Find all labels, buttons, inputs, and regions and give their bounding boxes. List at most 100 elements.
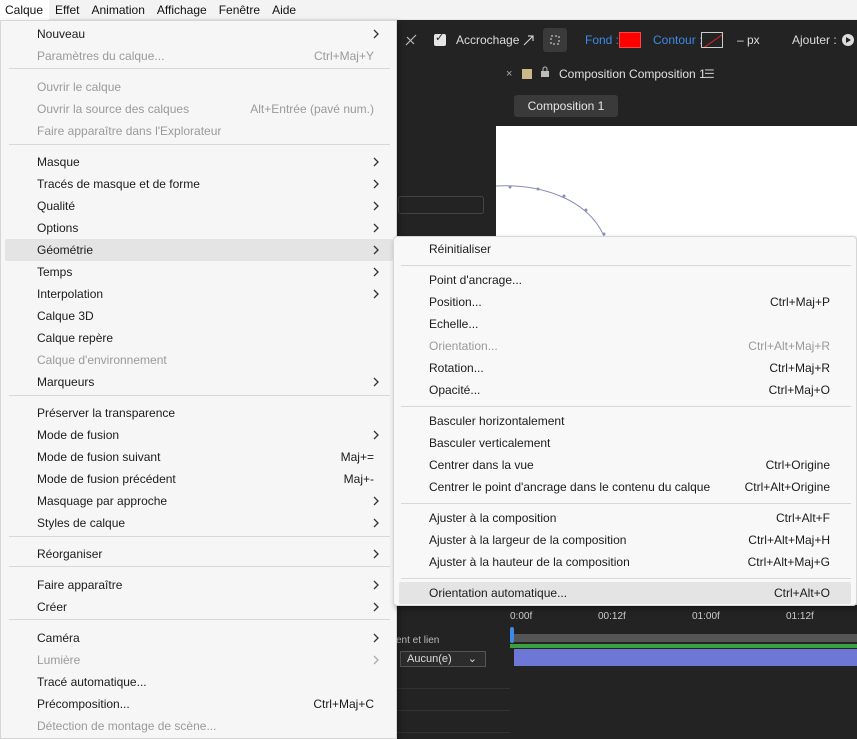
lock-icon[interactable] bbox=[540, 66, 550, 81]
menu-item-masque[interactable]: Masque bbox=[5, 151, 393, 173]
menu-item-label: Ajuster à la composition bbox=[429, 511, 557, 525]
menu-item-label: Détection de montage de scène... bbox=[37, 719, 217, 733]
panel-menu-icon[interactable]: ☰ bbox=[704, 67, 715, 81]
menu-item-reorganiser[interactable]: Réorganiser bbox=[5, 543, 393, 565]
menu-affichage[interactable]: Affichage bbox=[151, 0, 213, 20]
stroke-width[interactable]: – px bbox=[737, 20, 760, 60]
menu-item-shortcut: Alt+Entrée (pavé num.) bbox=[250, 102, 374, 116]
menu-item-camera[interactable]: Caméra bbox=[5, 627, 393, 649]
menu-item-label: Ajuster à la hauteur de la composition bbox=[429, 555, 630, 569]
submenu-item-point-d-ancrage[interactable]: Point d'ancrage... bbox=[399, 269, 851, 291]
composition-panel-title: Composition Composition 1 bbox=[559, 67, 706, 81]
menu-calque[interactable]: Calque bbox=[0, 0, 50, 20]
search-field[interactable] bbox=[398, 196, 484, 214]
snap-options-icon[interactable] bbox=[543, 20, 567, 60]
menu-separator bbox=[401, 406, 851, 407]
submenu-item-ajuster-a-la-composition[interactable]: Ajuster à la composition Ctrl+Alt+F bbox=[399, 507, 851, 529]
menu-item-label: Marqueurs bbox=[37, 375, 95, 389]
menu-item-shortcut: Ctrl+Maj+Y bbox=[313, 49, 374, 63]
menu-separator bbox=[9, 619, 390, 620]
menu-item-marqueurs[interactable]: Marqueurs bbox=[5, 371, 393, 393]
menu-separator bbox=[9, 566, 390, 567]
work-area-bar[interactable] bbox=[510, 634, 857, 642]
parent-column-header: ent et lien bbox=[396, 635, 440, 646]
submenu-item-basculer-verticalement[interactable]: Basculer verticalement bbox=[399, 432, 851, 454]
menu-item-label: Tracé automatique... bbox=[37, 675, 147, 689]
menu-item-label: Ouvrir la source des calques bbox=[37, 102, 190, 116]
menu-item-trace-automatique[interactable]: Tracé automatique... bbox=[5, 671, 393, 693]
close-icon[interactable]: × bbox=[506, 68, 512, 80]
add-label: Ajouter : bbox=[792, 33, 837, 47]
chevron-right-icon bbox=[371, 155, 381, 169]
menu-aide[interactable]: Aide bbox=[266, 0, 302, 20]
pen-tool-icon[interactable] bbox=[404, 20, 418, 60]
composition-tab[interactable]: Composition 1 bbox=[514, 95, 618, 117]
submenu-item-orientation-automatique[interactable]: Orientation automatique... Ctrl+Alt+O bbox=[399, 582, 851, 604]
playhead[interactable] bbox=[510, 627, 514, 643]
menu-item-label: Centrer dans la vue bbox=[429, 458, 534, 472]
menu-item-shortcut: Ctrl+Alt+Maj+H bbox=[748, 533, 830, 547]
menu-fenetre[interactable]: Fenêtre bbox=[213, 0, 266, 20]
menu-item-interpolation[interactable]: Interpolation bbox=[5, 283, 393, 305]
menu-item-label: Tracés de masque et de forme bbox=[37, 177, 200, 191]
menubar: Calque Effet Animation Affichage Fenêtre… bbox=[0, 0, 857, 20]
menu-item-shortcut: Ctrl+Maj+C bbox=[313, 697, 374, 711]
submenu-item-centrer-le-point-d-ancrage-dans-le-contenu-du-calque[interactable]: Centrer le point d'ancrage dans le conte… bbox=[399, 476, 851, 498]
menu-item-qualite[interactable]: Qualité bbox=[5, 195, 393, 217]
menu-item-temps[interactable]: Temps bbox=[5, 261, 393, 283]
layer-menu: Nouveau Paramètres du calque... Ctrl+Maj+Y… bbox=[0, 20, 397, 739]
menu-effet[interactable]: Effet bbox=[49, 0, 85, 20]
menu-item-label: Préserver la transparence bbox=[37, 406, 176, 420]
menu-item-shortcut: Maj+- bbox=[343, 472, 374, 486]
chevron-right-icon bbox=[371, 287, 381, 301]
add-button-icon[interactable] bbox=[841, 20, 855, 60]
menu-animation[interactable]: Animation bbox=[86, 0, 151, 20]
layer-duration-bar[interactable] bbox=[514, 649, 857, 666]
menu-separator bbox=[9, 395, 390, 396]
snap-arrow-icon[interactable] bbox=[522, 20, 536, 60]
stroke-label: Contour : bbox=[653, 33, 703, 47]
submenu-item-centrer-dans-la-vue[interactable]: Centrer dans la vue Ctrl+Origine bbox=[399, 454, 851, 476]
timeline-row bbox=[396, 667, 510, 689]
menu-item-label: Point d'ancrage... bbox=[429, 273, 523, 287]
submenu-item-echelle[interactable]: Echelle... bbox=[399, 313, 851, 335]
menu-item-geometrie[interactable]: Géométrie bbox=[5, 239, 393, 261]
menu-item-styles-de-calque[interactable]: Styles de calque bbox=[5, 512, 393, 534]
menu-item-calque-3d[interactable]: Calque 3D bbox=[5, 305, 393, 327]
time-ruler[interactable]: 0:00f 00:12f 01:00f 01:12f bbox=[510, 605, 857, 635]
menu-item-label: Qualité bbox=[37, 199, 76, 213]
submenu-item-opacite[interactable]: Opacité... Ctrl+Maj+O bbox=[399, 379, 851, 401]
menu-item-mode-de-fusion-suivant[interactable]: Mode de fusion suivant Maj+= bbox=[5, 446, 393, 468]
label-color-icon bbox=[522, 69, 532, 79]
menu-item-label: Ajuster à la largeur de la composition bbox=[429, 533, 627, 547]
menu-item-label: Paramètres du calque... bbox=[37, 49, 165, 63]
parent-select[interactable]: Aucun(e) ⌄ bbox=[400, 651, 486, 667]
menu-item-calque-repere[interactable]: Calque repère bbox=[5, 327, 393, 349]
menu-item-shortcut: Ctrl+Alt+Maj+R bbox=[748, 339, 830, 353]
menu-item-faire-apparaitre[interactable]: Faire apparaître bbox=[5, 574, 393, 596]
menu-item-shortcut: Ctrl+Maj+R bbox=[769, 361, 830, 375]
submenu-item-ajuster-a-la-hauteur-de-la-composition[interactable]: Ajuster à la hauteur de la composition Ct… bbox=[399, 551, 851, 573]
menu-item-nouveau[interactable]: Nouveau bbox=[5, 23, 393, 45]
stroke-swatch[interactable] bbox=[701, 20, 723, 60]
chevron-right-icon bbox=[371, 653, 381, 667]
submenu-item-basculer-horizontalement[interactable]: Basculer horizontalement bbox=[399, 410, 851, 432]
menu-item-mode-de-fusion[interactable]: Mode de fusion bbox=[5, 424, 393, 446]
toolbar: Accrochage Fond : Contour : – px Ajouter… bbox=[396, 20, 857, 60]
snapping-checkbox[interactable] bbox=[434, 20, 446, 60]
menu-item-creer[interactable]: Créer bbox=[5, 596, 393, 618]
menu-item-label: Précomposition... bbox=[37, 697, 130, 711]
menu-item-precomposition[interactable]: Précomposition... Ctrl+Maj+C bbox=[5, 693, 393, 715]
menu-separator bbox=[9, 536, 390, 537]
menu-item-traces-de-masque-et-de-forme[interactable]: Tracés de masque et de forme bbox=[5, 173, 393, 195]
menu-item-preserver-la-transparence[interactable]: Préserver la transparence bbox=[5, 402, 393, 424]
menu-item-options[interactable]: Options bbox=[5, 217, 393, 239]
submenu-item-position[interactable]: Position... Ctrl+Maj+P bbox=[399, 291, 851, 313]
menu-item-masquage-par-approche[interactable]: Masquage par approche bbox=[5, 490, 393, 512]
menu-item-label: Géométrie bbox=[37, 243, 94, 257]
submenu-item-reinitialiser[interactable]: Réinitialiser bbox=[399, 238, 851, 260]
submenu-item-rotation[interactable]: Rotation... Ctrl+Maj+R bbox=[399, 357, 851, 379]
fill-swatch[interactable] bbox=[619, 20, 641, 60]
submenu-item-ajuster-a-la-largeur-de-la-composition[interactable]: Ajuster à la largeur de la composition Ct… bbox=[399, 529, 851, 551]
menu-item-mode-de-fusion-precedent[interactable]: Mode de fusion précédent Maj+- bbox=[5, 468, 393, 490]
